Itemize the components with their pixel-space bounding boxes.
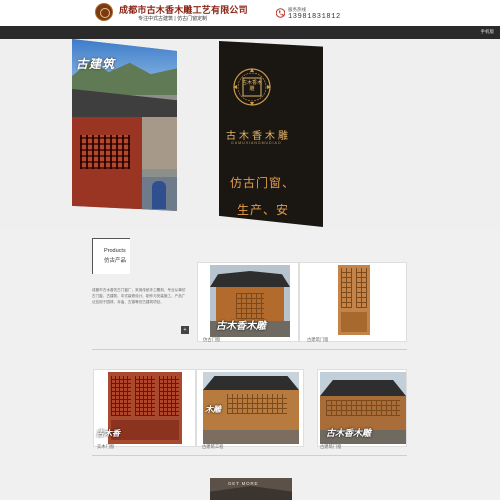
main-nav-bar: 手机版 — [0, 26, 500, 39]
product-watermark: 古木香木雕 — [216, 321, 266, 332]
product-card[interactable]: 古木香木雕 — [197, 262, 299, 342]
section-divider — [92, 455, 407, 456]
product-caption[interactable]: 实木门窗 — [97, 444, 114, 450]
products-description: 成都市古木香仿古门窗厂，采用传统手工雕刻，专业从事仿古门窗、古建筑、中式装修设计… — [92, 288, 186, 304]
door-panel — [341, 312, 367, 332]
worker-photo — [142, 177, 177, 211]
product-watermark: 古木香 — [96, 428, 120, 438]
products-title-cn: 仿古产品 — [104, 258, 127, 264]
pavilion-lattice — [236, 293, 264, 319]
hero-slogan-line2: 生产、安 — [237, 203, 290, 217]
hero-banner: 古建筑 古木香木雕 古木香木雕 GUMUXIANGMUDIAO 仿古门窗、 生产… — [0, 39, 500, 230]
get-more-label: GET MORE — [228, 481, 259, 486]
courtyard — [142, 117, 177, 169]
door-lattice — [159, 376, 179, 416]
lattice-window — [80, 135, 130, 169]
product-image — [338, 265, 370, 335]
get-more-roof-image — [210, 486, 292, 500]
building-roof — [203, 376, 299, 390]
hero-right-brand-panel: 古木香木雕 古木香木雕 GUMUXIANGMUDIAO 仿古门窗、 生产、安 — [219, 41, 323, 227]
building-lattice — [326, 400, 400, 416]
door-panel — [111, 420, 179, 440]
mobile-version-link[interactable]: 手机版 — [481, 29, 495, 35]
product-caption[interactable]: 古建筑工程 — [202, 444, 223, 450]
brand-name-cn: 古木香木雕 — [226, 131, 291, 142]
hero-brush-text: 古建筑 — [76, 57, 116, 71]
product-caption[interactable]: 仿古门窗 — [203, 337, 220, 343]
building-roof — [320, 380, 406, 396]
company-tagline: 专注中式古建筑 | 仿古门窗定制 — [138, 16, 208, 22]
product-caption[interactable]: 古建筑门窗 — [307, 337, 328, 343]
page: 成都市古木香木雕工艺有限公司 专注中式古建筑 | 仿古门窗定制 服务热线 139… — [0, 0, 500, 500]
site-header: 成都市古木香木雕工艺有限公司 专注中式古建筑 | 仿古门窗定制 服务热线 139… — [0, 0, 500, 26]
section-divider — [92, 349, 407, 350]
hero-slogan-line1: 仿古门窗、 — [230, 176, 296, 190]
products-more-button[interactable]: + — [181, 326, 189, 334]
door-lattice — [356, 268, 367, 308]
product-card[interactable]: 木雕 — [196, 369, 304, 447]
product-watermark: 木雕 — [205, 404, 221, 414]
product-card[interactable]: 古木香木雕 — [317, 369, 407, 447]
seal-logo-icon[interactable] — [95, 3, 113, 21]
get-more-button[interactable]: GET MORE — [210, 478, 292, 500]
seal-text: 古木香木雕 — [241, 80, 262, 92]
product-card[interactable] — [299, 262, 407, 342]
product-card[interactable]: 古木香 — [93, 369, 196, 447]
product-caption[interactable]: 古建筑门窗 — [320, 444, 341, 450]
products-title-en: Products — [104, 248, 126, 254]
door-lattice — [341, 268, 352, 308]
door-lattice — [135, 376, 155, 416]
brand-name-en: GUMUXIANGMUDIAO — [231, 141, 282, 145]
phone-icon — [276, 8, 285, 18]
building-lattice — [227, 394, 287, 414]
pavilion-roof — [210, 271, 290, 287]
phone-number[interactable]: 13981831812 — [288, 13, 341, 21]
door-lattice — [111, 376, 131, 416]
building-ground — [203, 430, 299, 444]
product-watermark: 古木香木雕 — [326, 429, 372, 439]
